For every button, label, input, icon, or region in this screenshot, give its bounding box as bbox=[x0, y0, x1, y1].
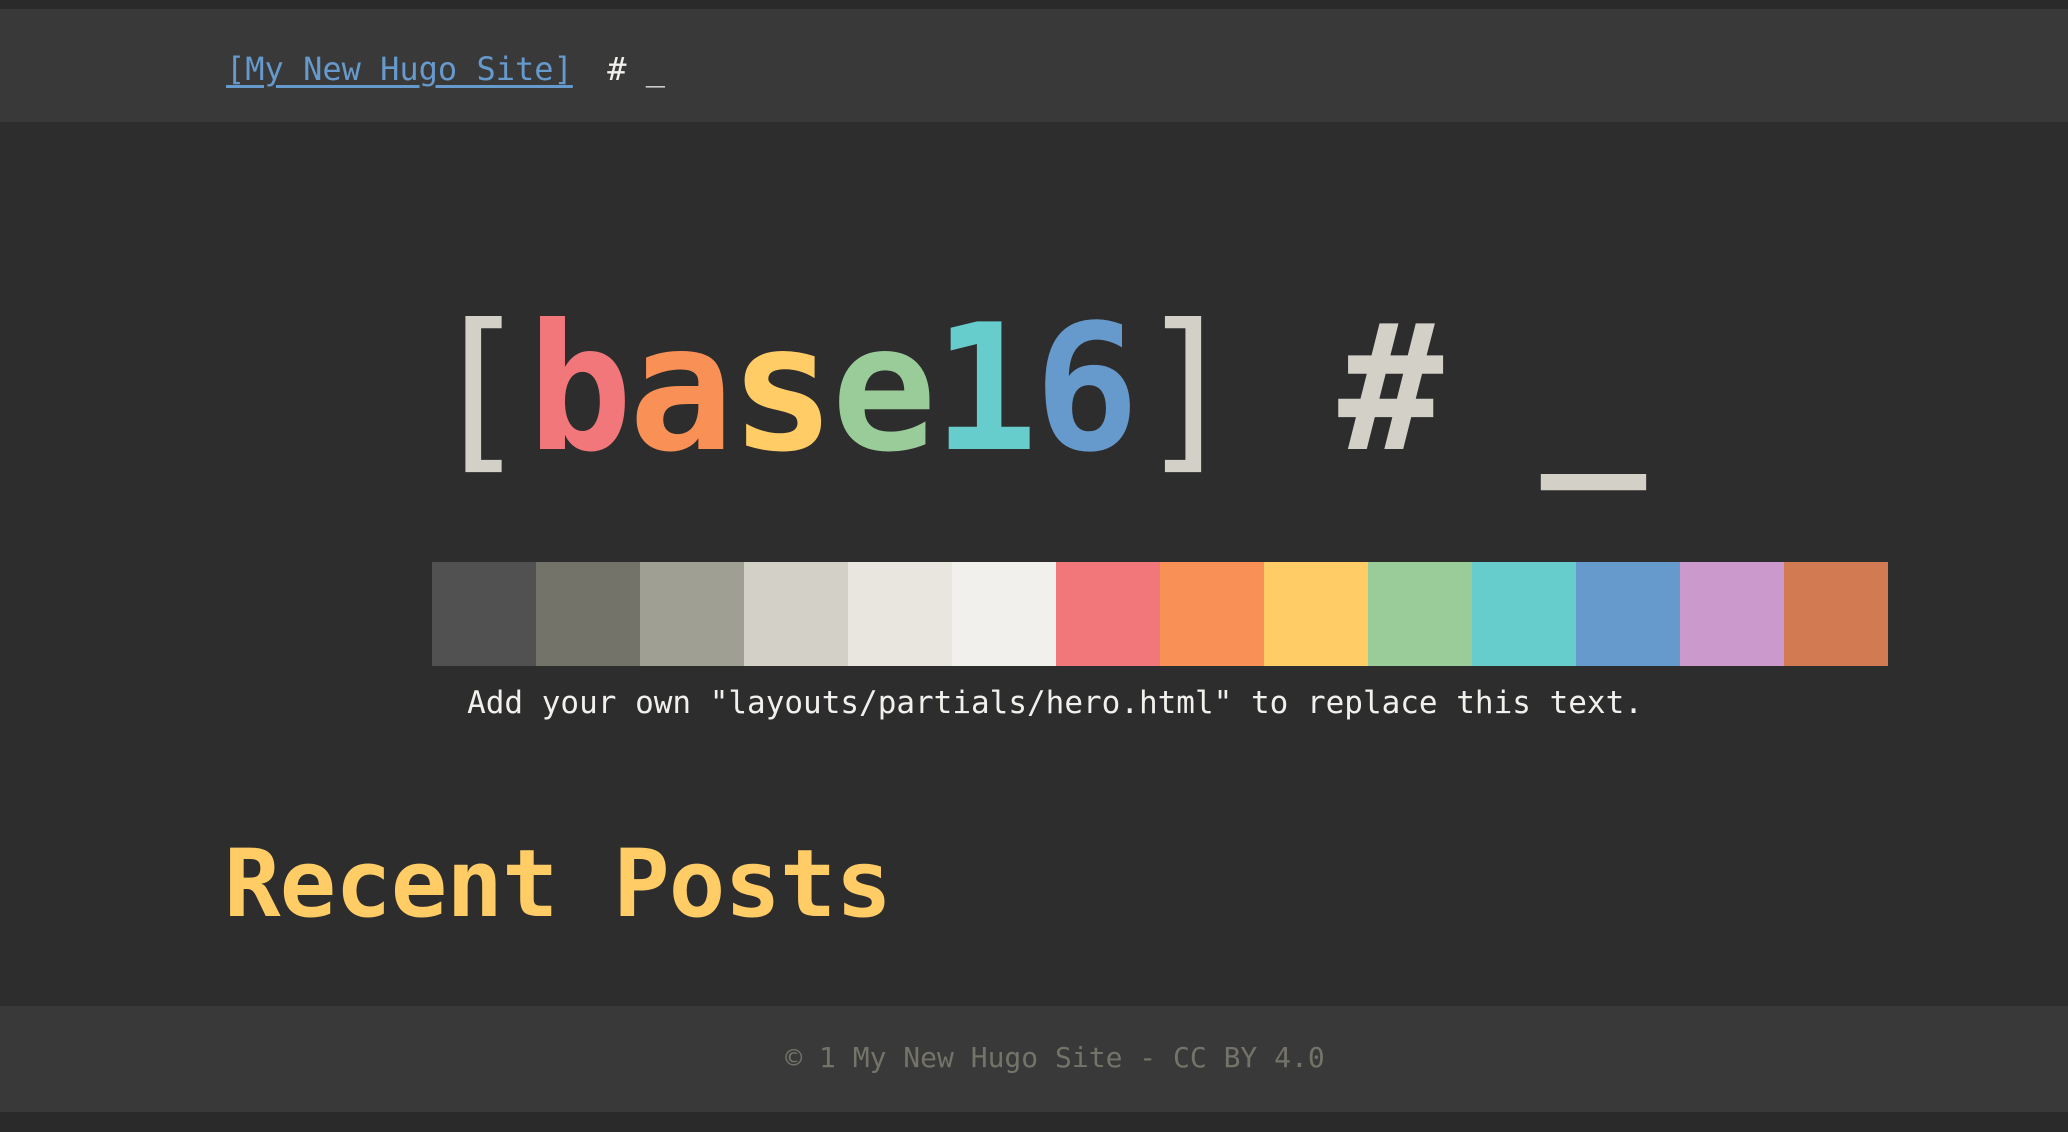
site-title-link[interactable]: [My New Hugo Site] bbox=[226, 49, 573, 89]
footer-copyright: © 1 My New Hugo Site - CC BY 4.0 bbox=[785, 1041, 1325, 1074]
logo-letter: b bbox=[527, 288, 632, 491]
logo-letter: e bbox=[831, 288, 936, 491]
page: [My New Hugo Site] # _ [base16] # _ Add … bbox=[0, 0, 2068, 1132]
logo-open-bracket: [ bbox=[425, 288, 531, 491]
bottom-edge bbox=[0, 1112, 2068, 1132]
color-swatch bbox=[1160, 562, 1264, 666]
logo-close-bracket: ] bbox=[1135, 288, 1240, 491]
top-edge bbox=[0, 0, 2068, 9]
color-swatch bbox=[1264, 562, 1368, 666]
color-swatch bbox=[1784, 562, 1888, 666]
color-swatch bbox=[1680, 562, 1784, 666]
color-swatch bbox=[328, 562, 432, 666]
color-swatch bbox=[952, 562, 1056, 666]
header-prompt: # _ bbox=[588, 50, 666, 88]
logo-prompt: # _ bbox=[1236, 288, 1646, 491]
site-footer: © 1 My New Hugo Site - CC BY 4.0 bbox=[0, 1006, 2068, 1112]
color-swatch bbox=[848, 562, 952, 666]
color-swatch bbox=[432, 562, 536, 666]
hero-note: Add your own "layouts/partials/hero.html… bbox=[467, 685, 1643, 721]
color-swatch bbox=[536, 562, 640, 666]
hero-logo: [base16] # _ bbox=[0, 300, 2068, 480]
color-swatch bbox=[1576, 562, 1680, 666]
color-swatch bbox=[1056, 562, 1160, 666]
site-header: [My New Hugo Site] # _ bbox=[0, 9, 2068, 122]
color-swatch bbox=[1368, 562, 1472, 666]
color-swatch bbox=[1472, 562, 1576, 666]
logo-letter: s bbox=[729, 288, 835, 491]
logo-letter: a bbox=[628, 288, 734, 491]
color-swatch bbox=[640, 562, 744, 666]
logo-letter: 6 bbox=[1034, 288, 1139, 491]
color-swatch bbox=[744, 562, 848, 666]
recent-posts-heading: Recent Posts bbox=[224, 830, 892, 939]
color-palette bbox=[328, 562, 1888, 666]
logo-letter: 1 bbox=[932, 288, 1038, 491]
